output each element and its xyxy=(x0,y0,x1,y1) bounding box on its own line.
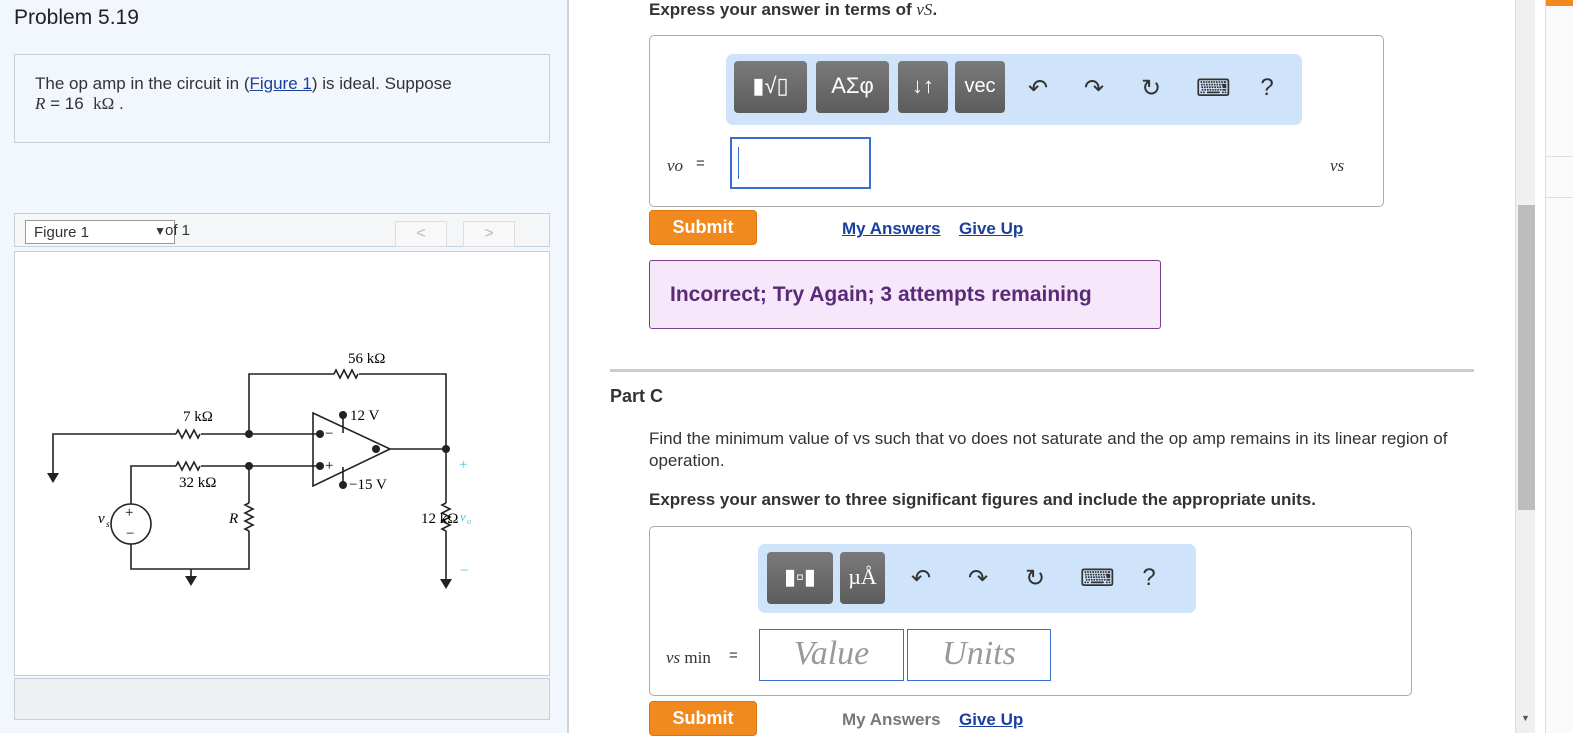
scrollbar-thumb[interactable] xyxy=(1518,205,1535,510)
label-vo: v xyxy=(460,509,466,524)
units-toolbar: ▮▫▮ µÅ ↶ ↷ ↻ ⌨ ? xyxy=(758,544,1196,613)
partc-my-answers-link: My Answers xyxy=(842,710,941,729)
circuit-diagram: 56 kΩ 7 kΩ 32 kΩ 12 kΩ R v s + − 12 V −1… xyxy=(47,351,471,589)
problem-panel: Problem 5.19 The op amp in the circuit i… xyxy=(0,0,569,733)
statement-text: ) is ideal. Suppose xyxy=(311,74,452,93)
equals: = xyxy=(696,155,705,172)
vo-answer-input[interactable] xyxy=(730,137,871,189)
source-plus: + xyxy=(125,505,133,521)
lhs-sub: min xyxy=(684,648,711,667)
label-32k: 32 kΩ xyxy=(179,475,216,491)
value-input[interactable]: Value xyxy=(759,629,904,681)
side-panel xyxy=(1545,0,1573,733)
next-figure-button[interactable]: > xyxy=(463,221,515,247)
math-toolbar: ▮√▯ ΑΣφ ↓↑ vec ↶ ↷ ↻ ⌨ ? xyxy=(726,54,1302,125)
keyboard-icon[interactable]: ⌨ xyxy=(1080,564,1115,593)
rhs-vs: vs xyxy=(1330,156,1345,175)
inverting-input: − xyxy=(325,426,333,442)
lhs-vs-min: vs min xyxy=(666,648,711,668)
scroll-down-icon[interactable]: ▼ xyxy=(1521,713,1530,723)
ground-icon xyxy=(47,473,59,483)
partc-question: Find the minimum value of vs such that v… xyxy=(649,429,1448,470)
partb-submit-button[interactable]: Submit xyxy=(649,210,757,245)
problem-statement: The op amp in the circuit in (Figure 1) … xyxy=(14,54,550,143)
undo-icon[interactable]: ↶ xyxy=(906,564,936,593)
figure-select[interactable]: Figure 1 ▼ xyxy=(25,220,175,244)
punct: . xyxy=(932,0,938,19)
partb-my-answers-link[interactable]: My Answers xyxy=(842,219,941,239)
reset-icon[interactable]: ↻ xyxy=(1136,74,1166,103)
problem-title: Problem 5.19 xyxy=(14,6,139,29)
figure-select-value: Figure 1 xyxy=(34,224,90,241)
figure-link[interactable]: Figure 1 xyxy=(249,74,311,93)
resistor-56k xyxy=(333,368,359,380)
label-56k: 56 kΩ xyxy=(348,351,385,367)
arrows-button[interactable]: ↓↑ xyxy=(898,61,948,113)
partb-answer-box: ▮√▯ ΑΣφ ↓↑ vec ↶ ↷ ↻ ⌨ ? vo = vs xyxy=(649,35,1384,207)
instruction-var: vS xyxy=(916,0,933,19)
r-symbol: R xyxy=(35,94,46,113)
ground-icon xyxy=(440,579,452,589)
resistor-R xyxy=(243,502,255,532)
label-12v: 12 V xyxy=(350,408,379,424)
templates-button[interactable]: ▮▫▮ xyxy=(767,552,833,604)
lhs-var: vs xyxy=(666,648,681,667)
figure-footer xyxy=(14,678,550,720)
partc-instruction: Express your answer to three significant… xyxy=(649,490,1316,509)
figure-toolbar: Figure 1 ▼ of 1 < > xyxy=(14,213,550,247)
vo-minus: − xyxy=(460,563,468,579)
statement-text: The op amp in the circuit in ( xyxy=(35,74,250,93)
partb-instruction: Express your answer in terms of vS. xyxy=(649,0,937,20)
label-12k: 12 kΩ xyxy=(421,511,458,527)
lhs-vo: vo xyxy=(667,156,684,175)
keyboard-icon[interactable]: ⌨ xyxy=(1196,74,1231,103)
prev-figure-button[interactable]: < xyxy=(395,221,447,247)
accent-bar xyxy=(1546,0,1573,6)
r-value: = 16 xyxy=(50,94,84,113)
r-unit: kΩ xyxy=(93,94,115,113)
help-icon[interactable]: ? xyxy=(1252,74,1282,102)
resistor-32k xyxy=(175,460,201,472)
templates-button[interactable]: ▮√▯ xyxy=(734,61,807,113)
source-minus: − xyxy=(126,526,134,542)
figure-count: of 1 xyxy=(165,222,191,239)
units-input[interactable]: Units xyxy=(907,629,1051,681)
answer-panel: Express your answer in terms of vS. ▮√▯ … xyxy=(570,0,1515,736)
reset-icon[interactable]: ↻ xyxy=(1020,564,1050,593)
instruction-text: Express your answer in terms of xyxy=(649,0,917,19)
undo-icon[interactable]: ↶ xyxy=(1023,74,1053,103)
ground-icon xyxy=(185,576,197,586)
label-vs-sub: s xyxy=(106,519,110,529)
partc-give-up-link[interactable]: Give Up xyxy=(959,710,1023,730)
label-vs: v xyxy=(98,511,105,527)
noninverting-input: + xyxy=(325,458,333,474)
label-R: R xyxy=(228,511,238,527)
vec-button[interactable]: vec xyxy=(955,61,1005,113)
greek-button[interactable]: ΑΣφ xyxy=(816,61,889,113)
help-icon[interactable]: ? xyxy=(1134,564,1164,592)
feedback-message: Incorrect; Try Again; 3 attempts remaini… xyxy=(649,260,1161,329)
partc-answer-box: ▮▫▮ µÅ ↶ ↷ ↻ ⌨ ? vs min = Value Units xyxy=(649,526,1412,696)
label-neg15v: −15 V xyxy=(349,477,387,493)
label-vo-sub: o xyxy=(467,517,471,526)
redo-icon[interactable]: ↷ xyxy=(963,564,993,593)
scrollbar[interactable]: ▼ xyxy=(1515,0,1535,733)
partc-submit-button[interactable]: Submit xyxy=(649,701,757,736)
equals: = xyxy=(729,647,738,664)
partc-title[interactable]: Part C xyxy=(610,386,663,407)
divider xyxy=(610,369,1474,372)
divider xyxy=(1546,156,1573,157)
resistor-7k xyxy=(175,428,201,440)
units-button[interactable]: µÅ xyxy=(840,552,885,604)
redo-icon[interactable]: ↷ xyxy=(1079,74,1109,103)
vo-plus: + xyxy=(459,457,467,473)
punct: . xyxy=(119,94,124,113)
label-7k: 7 kΩ xyxy=(183,409,213,425)
figure-area: 56 kΩ 7 kΩ 32 kΩ 12 kΩ R v s + − 12 V −1… xyxy=(14,251,550,676)
partb-give-up-link[interactable]: Give Up xyxy=(959,219,1023,239)
divider xyxy=(1546,197,1573,198)
